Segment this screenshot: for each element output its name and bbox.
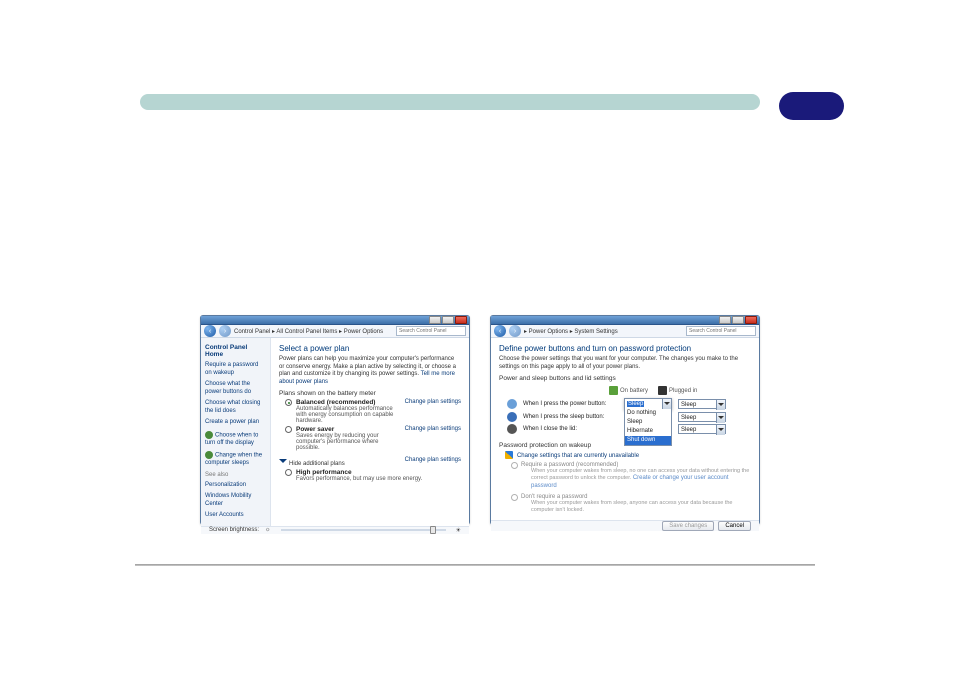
plans-section-label: Plans shown on the battery meter bbox=[279, 390, 461, 397]
window-power-options: ‹ › Control Panel ▸ All Control Panel It… bbox=[200, 315, 470, 525]
search-input[interactable] bbox=[686, 326, 756, 336]
see-also-mobility-center[interactable]: Windows Mobility Center bbox=[205, 493, 266, 508]
sleep-icon bbox=[205, 451, 213, 459]
maximize-button[interactable] bbox=[442, 316, 454, 324]
chevron-down-icon bbox=[279, 459, 287, 467]
titlebar bbox=[491, 316, 759, 325]
plan-balanced[interactable]: Balanced (recommended) Automatically bal… bbox=[285, 399, 461, 424]
pw-option-dont-require: Don't require a password When your compu… bbox=[511, 494, 751, 514]
change-unavailable-settings-link[interactable]: Change settings that are currently unava… bbox=[517, 453, 639, 459]
plan-high-performance[interactable]: High performance Favors performance, but… bbox=[285, 469, 461, 482]
dialog-footer: Save changes Cancel bbox=[491, 520, 759, 531]
header-page-marker bbox=[779, 92, 844, 120]
change-settings-power-saver[interactable]: Change plan settings bbox=[405, 426, 461, 432]
hide-additional-plans-toggle[interactable]: Hide additional plans bbox=[279, 457, 345, 467]
change-settings-high-performance[interactable]: Change plan settings bbox=[405, 457, 461, 467]
breadcrumb[interactable]: ▸ Power Options ▸ System Settings bbox=[524, 328, 683, 335]
close-button[interactable] bbox=[745, 316, 757, 324]
plan-balanced-name: Balanced (recommended) bbox=[296, 399, 375, 406]
dropdown-option[interactable]: Hibernate bbox=[625, 427, 671, 436]
dropdown-sleep-plugged[interactable]: Sleep bbox=[678, 412, 726, 422]
close-button[interactable] bbox=[455, 316, 467, 324]
dropdown-power-plugged[interactable]: Sleep bbox=[678, 399, 726, 409]
sidebar-header: Control Panel Home bbox=[205, 344, 266, 358]
pw-option-detail: When your computer wakes from sleep, any… bbox=[531, 500, 751, 514]
dropdown-option[interactable]: Shut down bbox=[625, 436, 671, 445]
section-power-buttons: Power and sleep buttons and lid settings bbox=[499, 375, 751, 382]
sidebar: Control Panel Home Require a password on… bbox=[201, 338, 271, 526]
radio-balanced[interactable] bbox=[285, 399, 292, 406]
screenshot-pair: ‹ › Control Panel ▸ All Control Panel It… bbox=[200, 315, 760, 525]
brightness-label: Screen brightness: bbox=[209, 527, 259, 533]
plan-power-saver-name: Power saver bbox=[296, 426, 334, 433]
display-icon bbox=[205, 431, 213, 439]
sleep-button-icon bbox=[507, 412, 517, 422]
plan-power-saver-detail: Saves energy by reducing your computer's… bbox=[296, 433, 401, 451]
page-title: Select a power plan bbox=[279, 344, 461, 353]
shield-icon bbox=[505, 451, 513, 459]
dropdown-lid-plugged[interactable]: Sleep bbox=[678, 424, 726, 434]
brightness-footer: Screen brightness: ☼ ☀ bbox=[201, 526, 469, 534]
dropdown-option[interactable]: Do nothing bbox=[625, 409, 671, 418]
brightness-high-icon: ☀ bbox=[456, 527, 461, 534]
plan-high-performance-name: High performance bbox=[296, 469, 352, 476]
lid-icon bbox=[507, 424, 517, 434]
brightness-slider[interactable] bbox=[281, 529, 446, 531]
see-also-user-accounts[interactable]: User Accounts bbox=[205, 512, 266, 520]
row-label: When I press the sleep button: bbox=[523, 414, 618, 420]
minimize-button[interactable] bbox=[719, 316, 731, 324]
change-settings-balanced[interactable]: Change plan settings bbox=[405, 399, 461, 405]
save-changes-button[interactable]: Save changes bbox=[662, 521, 714, 531]
sidebar-link-power-buttons[interactable]: Choose what the power buttons do bbox=[205, 381, 266, 396]
see-also-personalization[interactable]: Personalization bbox=[205, 482, 266, 490]
brightness-low-icon: ☼ bbox=[265, 527, 271, 533]
page-footer-rule bbox=[135, 564, 815, 566]
row-label: When I press the power button: bbox=[523, 401, 618, 407]
dropdown-power-battery[interactable]: Sleep Do nothing Sleep Hibernate Shut do… bbox=[624, 398, 672, 410]
explorer-toolbar: ‹ › Control Panel ▸ All Control Panel It… bbox=[201, 325, 469, 338]
sidebar-link-turn-off-display[interactable]: Choose when to turn off the display bbox=[205, 431, 266, 448]
breadcrumb[interactable]: Control Panel ▸ All Control Panel Items … bbox=[234, 328, 393, 335]
power-button-icon bbox=[507, 399, 517, 409]
main-content: Define power buttons and turn on passwor… bbox=[491, 338, 759, 520]
dropdown-option[interactable]: Sleep bbox=[625, 418, 671, 427]
sidebar-link-closing-lid[interactable]: Choose what closing the lid does bbox=[205, 400, 266, 415]
sidebar-link-require-password[interactable]: Require a password on wakeup bbox=[205, 362, 266, 377]
page-description: Choose the power settings that you want … bbox=[499, 356, 751, 371]
radio-high-performance[interactable] bbox=[285, 469, 292, 476]
radio-dont-require-password bbox=[511, 494, 518, 501]
cancel-button[interactable]: Cancel bbox=[718, 521, 751, 531]
nav-forward-button[interactable]: › bbox=[509, 325, 521, 337]
nav-back-button[interactable]: ‹ bbox=[494, 325, 506, 337]
pw-option-require: Require a password (recommended) When yo… bbox=[511, 462, 751, 491]
search-input[interactable] bbox=[396, 326, 466, 336]
pw-option-detail: When your computer wakes from sleep, no … bbox=[531, 468, 751, 491]
plan-balanced-detail: Automatically balances performance with … bbox=[296, 406, 401, 424]
slider-thumb[interactable] bbox=[430, 526, 436, 534]
plug-icon bbox=[658, 386, 667, 395]
nav-back-button[interactable]: ‹ bbox=[204, 325, 216, 337]
explorer-toolbar: ‹ › ▸ Power Options ▸ System Settings bbox=[491, 325, 759, 338]
column-headers: On battery Plugged in bbox=[609, 386, 751, 395]
minimize-button[interactable] bbox=[429, 316, 441, 324]
sidebar-link-create-plan[interactable]: Create a power plan bbox=[205, 419, 266, 427]
sidebar-link-computer-sleeps[interactable]: Change when the computer sleeps bbox=[205, 451, 266, 468]
nav-forward-button[interactable]: › bbox=[219, 325, 231, 337]
plan-power-saver[interactable]: Power saver Saves energy by reducing you… bbox=[285, 426, 461, 451]
row-label: When I close the lid: bbox=[523, 426, 618, 432]
battery-icon bbox=[609, 386, 618, 395]
row-power-button: When I press the power button: Sleep Do … bbox=[507, 398, 751, 410]
main-content: Select a power plan Power plans can help… bbox=[271, 338, 469, 526]
radio-require-password bbox=[511, 462, 518, 469]
header-pill bbox=[140, 94, 760, 110]
see-also-label: See also bbox=[205, 472, 266, 478]
maximize-button[interactable] bbox=[732, 316, 744, 324]
radio-power-saver[interactable] bbox=[285, 426, 292, 433]
plan-high-performance-detail: Favors performance, but may use more ene… bbox=[296, 476, 461, 482]
window-system-settings: ‹ › ▸ Power Options ▸ System Settings De… bbox=[490, 315, 760, 525]
page-description: Power plans can help you maximize your c… bbox=[279, 356, 461, 386]
titlebar bbox=[201, 316, 469, 325]
page-title: Define power buttons and turn on passwor… bbox=[499, 344, 751, 353]
